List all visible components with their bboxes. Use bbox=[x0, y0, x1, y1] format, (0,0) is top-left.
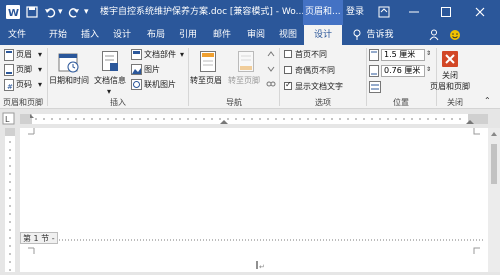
show-doc-text-checkbox[interactable] bbox=[284, 80, 292, 90]
redo-icon[interactable] bbox=[68, 0, 80, 25]
minimize-icon[interactable] bbox=[408, 0, 420, 25]
show-doc-text-label: 显示文档文字 bbox=[295, 82, 343, 91]
group-label-navigation: 导航 bbox=[226, 98, 242, 107]
vertical-scrollbar[interactable] bbox=[488, 128, 500, 272]
previous-icon[interactable] bbox=[266, 49, 276, 62]
header-icon bbox=[4, 49, 14, 64]
document-info-button[interactable]: 文档信息 bbox=[94, 75, 126, 86]
tell-me-icon[interactable] bbox=[352, 25, 362, 45]
footer-position-icon bbox=[369, 65, 379, 80]
footer-icon bbox=[4, 64, 14, 79]
header-position-input[interactable]: 1.5 厘米 bbox=[381, 49, 425, 61]
group-label-header-footer: 页眉和页脚 bbox=[3, 98, 43, 107]
page-number-button[interactable]: 页码 bbox=[16, 79, 32, 90]
undo-icon[interactable] bbox=[44, 0, 56, 25]
datetime-button[interactable]: 日期和时间 bbox=[49, 75, 89, 86]
tab-file[interactable]: 文件 bbox=[4, 25, 30, 45]
header-position-spinner-icon[interactable]: ⇕ bbox=[426, 48, 431, 59]
goto-header-button[interactable]: 转至页眉 bbox=[190, 75, 222, 86]
goto-footer-button[interactable]: 转至页脚 bbox=[228, 75, 260, 86]
tab-layout[interactable]: 布局 bbox=[142, 25, 170, 45]
document-parts-button[interactable]: 文档部件 bbox=[144, 49, 176, 60]
close-window-icon[interactable] bbox=[474, 0, 486, 25]
horizontal-ruler[interactable]: L bbox=[0, 110, 500, 128]
svg-text:↵: ↵ bbox=[259, 263, 265, 271]
header-button[interactable]: 页眉 bbox=[16, 49, 32, 60]
tab-review[interactable]: 审阅 bbox=[242, 25, 270, 45]
tab-design[interactable]: 设计 bbox=[108, 25, 136, 45]
datetime-icon bbox=[58, 51, 80, 76]
tab-view[interactable]: 视图 bbox=[274, 25, 302, 45]
document-parts-dropdown-icon[interactable]: ▾ bbox=[180, 49, 184, 60]
group-label-options: 选项 bbox=[315, 98, 331, 107]
smiley-feedback-icon[interactable] bbox=[448, 25, 462, 45]
picture-icon bbox=[131, 64, 142, 78]
group-label-position: 位置 bbox=[393, 98, 409, 107]
svg-text:L: L bbox=[5, 115, 10, 124]
maximize-icon[interactable] bbox=[440, 0, 452, 25]
header-position-icon bbox=[369, 49, 379, 64]
title-bar: W ▾ ▾ 楼宇自控系统维护保养方案.doc [兼容模式] - Wo... 页眉… bbox=[0, 0, 500, 25]
footer-position-spinner-icon[interactable]: ⇕ bbox=[426, 64, 431, 75]
ribbon-display-options-icon[interactable] bbox=[378, 0, 390, 25]
group-label-close: 关闭 bbox=[447, 98, 463, 107]
context-tab-header-label: 页眉和... bbox=[305, 7, 341, 17]
close-header-footer-button[interactable]: 关闭 bbox=[442, 70, 458, 81]
next-icon[interactable] bbox=[266, 64, 276, 77]
close-header-footer-button-line2[interactable]: 页眉和页脚 bbox=[430, 81, 470, 92]
user-icon[interactable] bbox=[428, 25, 440, 45]
online-picture-button[interactable]: 联机图片 bbox=[144, 79, 176, 90]
ribbon: 页眉 ▾ 页脚 ▾ # 页码 ▾ 页眉和页脚 日期和时间 文档信息 ▾ 文档部件… bbox=[0, 45, 500, 109]
first-page-label: 首页不同 bbox=[295, 50, 327, 59]
undo-dropdown-icon[interactable]: ▾ bbox=[58, 0, 64, 25]
svg-text:#: # bbox=[7, 83, 13, 91]
login-link[interactable]: 登录 bbox=[346, 0, 364, 25]
tab-header-footer-design[interactable]: 设计 bbox=[304, 25, 342, 45]
qat-customize-icon[interactable]: ▾ bbox=[84, 0, 92, 25]
insert-alignment-tab-icon[interactable] bbox=[369, 81, 381, 96]
page-number-icon: # bbox=[4, 79, 14, 94]
ribbon-tabs: 文件 开始 插入 设计 布局 引用 邮件 审阅 视图 设计 告诉我 bbox=[0, 25, 500, 45]
vertical-ruler[interactable] bbox=[0, 128, 20, 272]
footer-button[interactable]: 页脚 bbox=[16, 64, 32, 75]
picture-button[interactable]: 图片 bbox=[144, 64, 160, 75]
online-picture-icon bbox=[131, 79, 142, 93]
first-page-checkbox[interactable] bbox=[284, 50, 292, 58]
header-dropdown-icon[interactable]: ▾ bbox=[38, 49, 42, 60]
odd-even-checkbox[interactable] bbox=[284, 66, 292, 74]
group-label-insert: 插入 bbox=[110, 98, 126, 107]
save-icon[interactable] bbox=[26, 0, 38, 25]
odd-even-label: 奇偶页不同 bbox=[295, 66, 335, 75]
footer-position-input[interactable]: 0.76 厘米 bbox=[381, 65, 425, 77]
section-label: 第 1 节 - bbox=[20, 232, 58, 244]
close-header-footer-icon bbox=[442, 51, 458, 70]
tab-references[interactable]: 引用 bbox=[174, 25, 202, 45]
goto-footer-icon bbox=[238, 51, 254, 76]
tab-insert[interactable]: 插入 bbox=[76, 25, 104, 45]
document-title: 楼宇自控系统维护保养方案.doc [兼容模式] - Wo... bbox=[100, 7, 305, 17]
tab-home[interactable]: 开始 bbox=[44, 25, 72, 45]
page-number-dropdown-icon[interactable]: ▾ bbox=[38, 79, 42, 90]
collapse-ribbon-icon[interactable]: ⌃ bbox=[484, 95, 491, 106]
document-page[interactable]: ↵ bbox=[20, 128, 488, 272]
document-parts-icon bbox=[131, 49, 142, 63]
word-app-icon[interactable]: W bbox=[6, 0, 20, 25]
svg-text:W: W bbox=[8, 8, 19, 19]
tab-mailings[interactable]: 邮件 bbox=[208, 25, 236, 45]
tell-me-search[interactable]: 告诉我 bbox=[362, 25, 398, 45]
document-info-dropdown-icon[interactable]: ▾ bbox=[107, 86, 111, 97]
document-info-icon bbox=[102, 51, 120, 76]
link-to-previous-icon[interactable] bbox=[266, 79, 276, 92]
footer-dropdown-icon[interactable]: ▾ bbox=[38, 64, 42, 75]
goto-header-icon bbox=[200, 51, 216, 76]
